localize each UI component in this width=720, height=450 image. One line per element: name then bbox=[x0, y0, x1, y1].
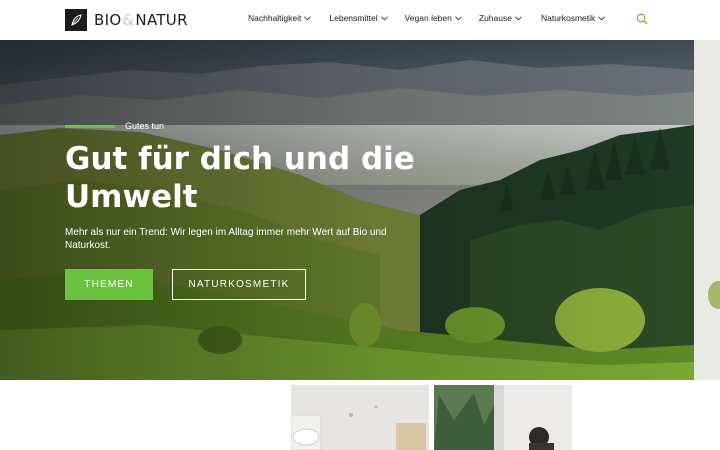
brand-name-right: NATUR bbox=[135, 11, 188, 29]
brand-logo[interactable]: BIO&NATUR bbox=[65, 9, 188, 31]
accent-line bbox=[65, 124, 115, 128]
naturkosmetik-button[interactable]: NATURKOSMETIK bbox=[172, 269, 306, 300]
chevron-down-icon bbox=[598, 15, 606, 20]
nav-item-label: Lebensmittel bbox=[329, 13, 378, 23]
themen-button[interactable]: THEMEN bbox=[65, 269, 153, 300]
nav-item-vegan-leben[interactable]: Vegan leben bbox=[405, 13, 462, 23]
nav-item-nachhaltigkeit[interactable]: Nachhaltigkeit bbox=[248, 13, 312, 23]
nav-item-label: Vegan leben bbox=[404, 13, 452, 23]
search-icon[interactable] bbox=[636, 13, 648, 25]
next-slide-preview[interactable] bbox=[694, 40, 720, 380]
brand-name-amp: & bbox=[122, 11, 135, 29]
nav-item-label: Naturkosmetik bbox=[540, 13, 596, 23]
hero-eyebrow-text: Gutes tun bbox=[125, 121, 165, 131]
brand-name: BIO&NATUR bbox=[94, 11, 188, 29]
leaf-logo-icon bbox=[65, 9, 87, 31]
brand-name-left: BIO bbox=[94, 11, 122, 29]
nav-item-label: Zuhause bbox=[478, 13, 512, 23]
nav-item-naturkosmetik[interactable]: Naturkosmetik bbox=[540, 13, 606, 23]
hero-title: Gut für dich und die Umwelt bbox=[65, 141, 415, 215]
nav-item-zuhause[interactable]: Zuhause bbox=[479, 13, 522, 23]
chevron-down-icon bbox=[304, 15, 312, 20]
main-nav: Nachhaltigkeit Lebensmittel Vegan leben … bbox=[248, 13, 606, 23]
site-header: BIO&NATUR Nachhaltigkeit Lebensmittel Ve… bbox=[0, 0, 720, 40]
hero-eyebrow: Gutes tun bbox=[65, 121, 164, 131]
chevron-down-icon bbox=[455, 15, 462, 20]
nav-item-lebensmittel[interactable]: Lebensmittel bbox=[329, 13, 388, 23]
teaser-card-image[interactable] bbox=[434, 385, 572, 450]
chevron-down-icon bbox=[515, 15, 522, 20]
nav-item-label: Nachhaltigkeit bbox=[248, 13, 302, 23]
chevron-down-icon bbox=[380, 15, 388, 20]
hero-subtitle: Mehr als nur ein Trend: Wir legen im All… bbox=[65, 227, 387, 251]
teaser-card-image[interactable] bbox=[291, 385, 429, 450]
